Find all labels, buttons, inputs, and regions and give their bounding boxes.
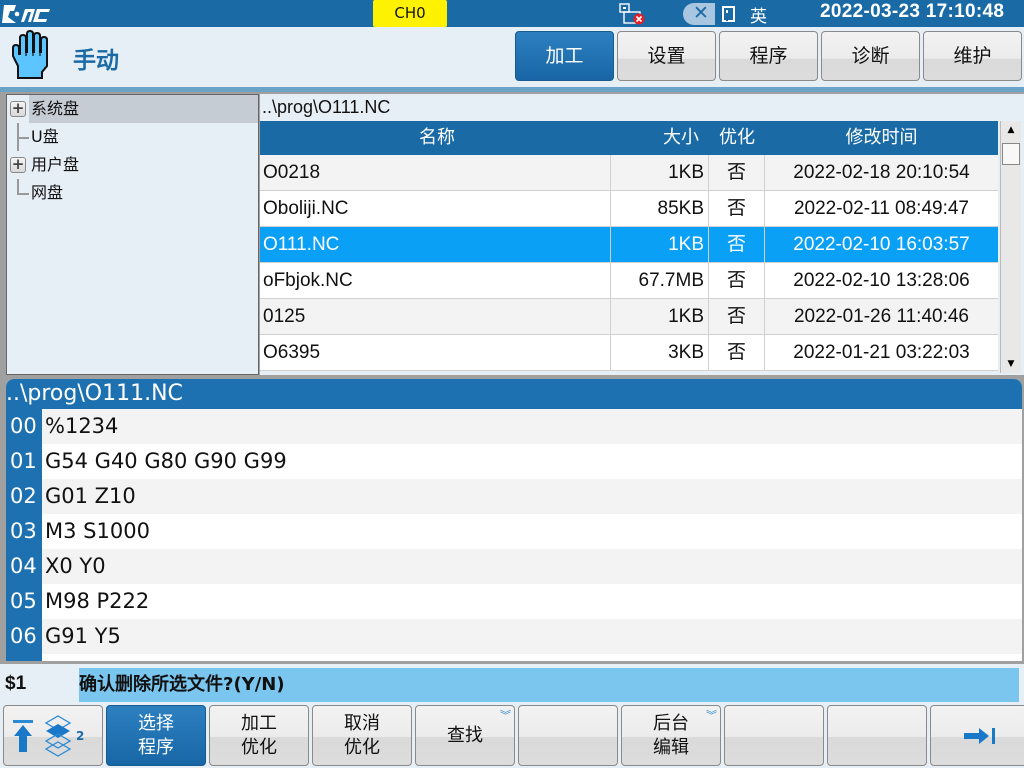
tree-item-network-disk[interactable]: 网盘 <box>7 179 258 207</box>
return-top-icon <box>13 719 33 752</box>
hnc-logo-icon <box>2 5 50 23</box>
softkey-machining-optimize[interactable]: 加工 优化 <box>209 705 309 766</box>
expand-more-icon: ︾ <box>706 709 717 722</box>
tree-item-system-disk[interactable]: + 系统盘 <box>7 95 258 123</box>
expand-more-icon: ︾ <box>500 709 511 722</box>
softkey-empty-8[interactable] <box>724 705 824 766</box>
line-text: M3 S1000 <box>42 514 1022 549</box>
file-table-header: 名称 大小 优化 修改时间 <box>260 121 998 155</box>
file-row[interactable]: O6395 3KB 否 2022-01-21 03:22:03 <box>260 335 998 371</box>
code-line[interactable]: 06 G91 Y5 <box>6 619 1022 654</box>
scroll-thumb[interactable] <box>1002 143 1020 165</box>
file-row[interactable]: oFbjok.NC 67.7MB 否 2022-02-10 13:28:06 <box>260 263 998 299</box>
scroll-down-arrow-icon[interactable]: ▼ <box>1002 355 1020 373</box>
tab-settings[interactable]: 设置 <box>617 31 716 81</box>
expand-icon[interactable]: + <box>10 157 26 173</box>
ime-toolbar-icon[interactable] <box>722 6 735 22</box>
code-line[interactable]: 02 G01 Z10 <box>6 479 1022 514</box>
hand-icon <box>12 30 48 79</box>
tree-branch-line <box>17 179 29 195</box>
file-list-panel: ..\prog\O111.NC 名称 大小 优化 修改时间 O0218 1KB … <box>260 94 1024 375</box>
line-number: 02 <box>6 479 42 514</box>
layer-count-badge: 2 <box>76 728 85 743</box>
code-line[interactable]: 01 G54 G40 G80 G90 G99 <box>6 444 1022 479</box>
channel-badge[interactable]: CH0 <box>373 0 447 27</box>
gutter-fill <box>6 654 42 661</box>
softkey-find[interactable]: 查找 ︾ <box>415 705 515 766</box>
line-text: X0 Y0 <box>42 549 1022 584</box>
code-line[interactable]: 03 M3 S1000 <box>6 514 1022 549</box>
code-line[interactable]: 04 X0 Y0 <box>6 549 1022 584</box>
ime-close-button[interactable]: ✕ <box>683 2 715 25</box>
close-icon: ✕ <box>693 2 709 24</box>
tree-item-usb-disk[interactable]: U盘 <box>7 123 258 151</box>
tab-machining[interactable]: 加工 <box>515 31 614 81</box>
confirm-message[interactable]: 确认删除所选文件?(Y/N) <box>79 668 1019 702</box>
column-header-name[interactable]: 名称 <box>260 121 611 155</box>
line-text: G91 Y5 <box>42 619 1022 654</box>
file-row[interactable]: O0218 1KB 否 2022-02-18 20:10:54 <box>260 155 998 191</box>
softkey-select-program[interactable]: 选择 程序 <box>106 705 206 766</box>
mode-bar: 手动 加工 设置 程序 诊断 维护 <box>0 27 1024 87</box>
layers-icon <box>44 714 72 757</box>
mode-label: 手动 <box>73 48 119 74</box>
column-header-modified[interactable]: 修改时间 <box>765 121 998 155</box>
main-tabs: 加工 设置 程序 诊断 维护 <box>515 31 1022 81</box>
next-page-arrow-icon <box>964 727 995 744</box>
line-number: 05 <box>6 584 42 619</box>
network-disconnected-icon <box>619 3 645 25</box>
line-text: G54 G40 G80 G90 G99 <box>42 444 1022 479</box>
code-line[interactable]: 00 %1234 <box>6 409 1022 444</box>
ime-language-toggle[interactable]: 英 <box>750 2 767 27</box>
tree-item-user-disk[interactable]: + 用户盘 <box>7 151 258 179</box>
line-number: 06 <box>6 619 42 654</box>
tab-program[interactable]: 程序 <box>719 31 818 81</box>
softkey-background-edit[interactable]: 后台 编辑 ︾ <box>621 705 721 766</box>
scroll-up-arrow-icon[interactable]: ▲ <box>1002 121 1020 139</box>
tab-maintenance[interactable]: 维护 <box>923 31 1022 81</box>
program-preview: ..\prog\O111.NC 00 %1234 01 G54 G40 G80 G9… <box>6 379 1022 661</box>
tree-branch-line <box>17 123 29 151</box>
softkey-empty-6[interactable] <box>518 705 618 766</box>
datetime-display: 2022-03-23 17:10:48 <box>820 1 1005 22</box>
softkey-bar: 2 选择 程序 加工 优化 取消 优化 查找 ︾ 后台 编辑 ︾ <box>3 705 1024 766</box>
drive-tree: + 系统盘 U盘 + 用户盘 网盘 <box>6 94 259 375</box>
line-text: G01 Z10 <box>42 479 1022 514</box>
line-number: 01 <box>6 444 42 479</box>
softkey-empty-9[interactable] <box>827 705 927 766</box>
file-row-selected[interactable]: O111.NC 1KB 否 2022-02-10 16:03:57 <box>260 227 998 263</box>
file-row[interactable]: Oboliji.NC 85KB 否 2022-02-11 08:49:47 <box>260 191 998 227</box>
top-status-bar: CH0 ✕ 英 2022-03-23 17:10:48 <box>0 0 1024 27</box>
column-header-size[interactable]: 大小 <box>611 121 709 155</box>
code-line[interactable]: 05 M98 P222 <box>6 584 1022 619</box>
file-table: 名称 大小 优化 修改时间 O0218 1KB 否 2022-02-18 20:… <box>260 121 998 371</box>
line-number: 03 <box>6 514 42 549</box>
tab-diagnosis[interactable]: 诊断 <box>821 31 920 81</box>
channel-prompt: $1 <box>5 673 27 694</box>
line-number: 00 <box>6 409 42 444</box>
column-header-optimized[interactable]: 优化 <box>709 121 765 155</box>
line-text: %1234 <box>42 409 1022 444</box>
program-lines: 00 %1234 01 G54 G40 G80 G90 G99 02 G01 Z10 … <box>6 409 1022 654</box>
file-rows: O0218 1KB 否 2022-02-18 20:10:54 Oboliji.… <box>260 155 998 371</box>
softkey-cancel-optimize[interactable]: 取消 优化 <box>312 705 412 766</box>
line-text: M98 P222 <box>42 584 1022 619</box>
line-number: 04 <box>6 549 42 584</box>
current-path: ..\prog\O111.NC <box>262 97 391 117</box>
program-preview-title: ..\prog\O111.NC <box>6 379 1022 409</box>
file-list-scrollbar[interactable]: ▲ ▼ <box>1000 121 1021 373</box>
softkey-next-page[interactable] <box>930 705 1024 766</box>
softkey-return-top[interactable]: 2 <box>3 705 103 766</box>
command-line: $1 确认删除所选文件?(Y/N) <box>0 668 1024 702</box>
expand-icon[interactable]: + <box>10 101 26 117</box>
file-row[interactable]: 0125 1KB 否 2022-01-26 11:40:46 <box>260 299 998 335</box>
